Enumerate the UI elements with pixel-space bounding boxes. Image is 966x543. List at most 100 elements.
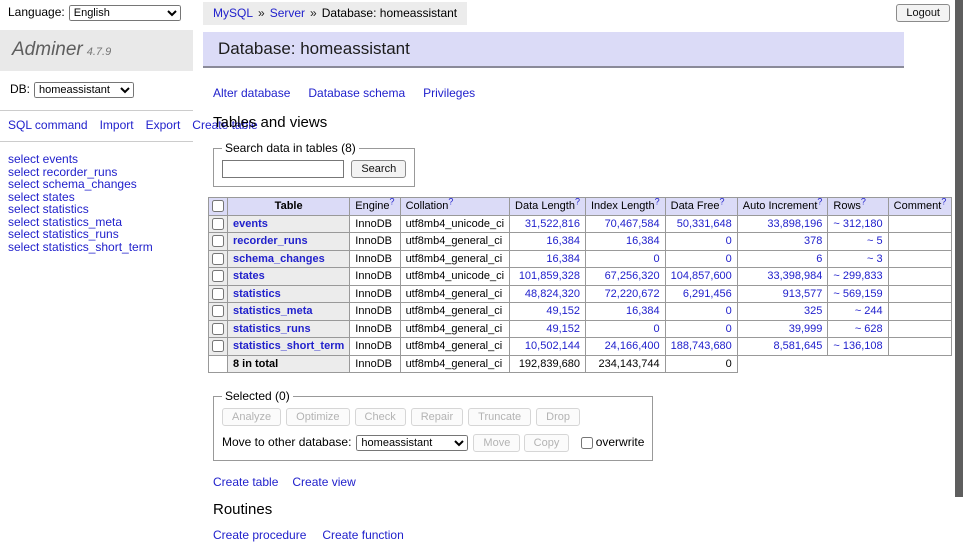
copy-button[interactable]: Copy — [524, 434, 570, 452]
rows-estimate-link[interactable]: ~ 3 — [867, 253, 883, 265]
create-table-link[interactable]: Create table — [213, 475, 278, 489]
logout-button[interactable]: Logout — [896, 4, 950, 22]
sidebar-link-import[interactable]: Import — [100, 118, 134, 132]
data-free-link[interactable]: 104,857,600 — [671, 270, 732, 282]
auto-increment-link[interactable]: 33,898,196 — [767, 218, 822, 230]
row-checkbox[interactable] — [212, 270, 224, 282]
data-length-link[interactable]: 49,152 — [546, 323, 580, 335]
search-button[interactable]: Search — [351, 160, 406, 178]
sidebar-link-export[interactable]: Export — [146, 118, 181, 132]
column-help-link[interactable]: ? — [575, 196, 580, 206]
auto-increment-link[interactable]: 6 — [816, 253, 822, 265]
sidebar-select-table-link[interactable]: select statistics_short_term — [8, 241, 185, 254]
index-length-link[interactable]: 24,166,400 — [605, 340, 660, 352]
create-function-link[interactable]: Create function — [322, 528, 403, 542]
rows-estimate-link[interactable]: ~ 569,159 — [833, 288, 882, 300]
row-checkbox[interactable] — [212, 323, 224, 335]
data-length-link[interactable]: 31,522,816 — [525, 218, 580, 230]
sidebar-select-table-link[interactable]: select events — [8, 153, 185, 166]
index-length-link[interactable]: 0 — [654, 323, 660, 335]
column-help-link[interactable]: ? — [390, 196, 395, 206]
index-length-link[interactable]: 0 — [654, 253, 660, 265]
column-help-link[interactable]: ? — [861, 196, 866, 206]
table-name-link[interactable]: states — [233, 270, 265, 282]
drop-button[interactable]: Drop — [536, 408, 580, 426]
column-help-link[interactable]: ? — [817, 196, 822, 206]
data-length-link[interactable]: 16,384 — [546, 235, 580, 247]
breadcrumb-link-server[interactable]: Server — [270, 6, 305, 20]
auto-increment-link[interactable]: 8,581,645 — [773, 340, 822, 352]
alter-database-link[interactable]: Alter database — [213, 86, 290, 100]
column-help-link[interactable]: ? — [448, 196, 453, 206]
column-header-index-length: Index Length? — [585, 198, 665, 216]
index-length-link[interactable]: 16,384 — [626, 235, 660, 247]
rows-estimate-link[interactable]: ~ 628 — [855, 323, 883, 335]
auto-increment-link[interactable]: 913,577 — [783, 288, 823, 300]
select-all-checkbox[interactable] — [212, 200, 224, 212]
rows-estimate-link[interactable]: ~ 299,833 — [833, 270, 882, 282]
sidebar-select-table-link[interactable]: select statistics_runs — [8, 228, 185, 241]
table-name-link[interactable]: statistics_meta — [233, 305, 313, 317]
index-length-link[interactable]: 72,220,672 — [605, 288, 660, 300]
optimize-button[interactable]: Optimize — [286, 408, 349, 426]
rows-estimate-link[interactable]: ~ 244 — [855, 305, 883, 317]
index-length-link[interactable]: 70,467,584 — [605, 218, 660, 230]
data-free-link[interactable]: 50,331,648 — [677, 218, 732, 230]
row-checkbox[interactable] — [212, 288, 224, 300]
overwrite-checkbox[interactable] — [581, 437, 593, 449]
data-free-link[interactable]: 0 — [726, 323, 732, 335]
row-checkbox[interactable] — [212, 253, 224, 265]
data-length-link[interactable]: 10,502,144 — [525, 340, 580, 352]
move-database-select[interactable]: homeassistant — [356, 435, 468, 451]
table-name-link[interactable]: statistics_short_term — [233, 340, 344, 352]
row-checkbox-cell — [209, 320, 228, 338]
language-select[interactable]: English — [69, 5, 181, 21]
data-free-link[interactable]: 0 — [726, 305, 732, 317]
db-select[interactable]: homeassistant — [34, 82, 134, 98]
sidebar-link-sql-command[interactable]: SQL command — [8, 118, 88, 132]
table-name-link[interactable]: events — [233, 218, 268, 230]
row-checkbox[interactable] — [212, 235, 224, 247]
data-length-link[interactable]: 48,824,320 — [525, 288, 580, 300]
move-button[interactable]: Move — [473, 434, 520, 452]
repair-button[interactable]: Repair — [411, 408, 463, 426]
vertical-scrollbar-thumb[interactable] — [955, 0, 963, 497]
column-help-link[interactable]: ? — [941, 196, 946, 206]
analyze-button[interactable]: Analyze — [222, 408, 281, 426]
auto-increment-link[interactable]: 33,398,984 — [767, 270, 822, 282]
search-input[interactable] — [222, 160, 344, 178]
data-length-link[interactable]: 49,152 — [546, 305, 580, 317]
check-button[interactable]: Check — [355, 408, 406, 426]
sidebar-select-table-link[interactable]: select statistics — [8, 203, 185, 216]
auto-increment-link[interactable]: 39,999 — [789, 323, 823, 335]
index-length-link[interactable]: 67,256,320 — [605, 270, 660, 282]
table-name-link[interactable]: statistics — [233, 288, 281, 300]
create-view-link[interactable]: Create view — [292, 475, 355, 489]
data-free-link[interactable]: 6,291,456 — [683, 288, 732, 300]
create-procedure-link[interactable]: Create procedure — [213, 528, 306, 542]
rows-estimate-link[interactable]: ~ 5 — [867, 235, 883, 247]
data-free-link[interactable]: 0 — [726, 235, 732, 247]
auto-increment-link[interactable]: 325 — [804, 305, 822, 317]
database-schema-link[interactable]: Database schema — [308, 86, 405, 100]
table-name-link[interactable]: schema_changes — [233, 253, 325, 265]
data-length-link[interactable]: 16,384 — [546, 253, 580, 265]
sidebar-select-table-link[interactable]: select schema_changes — [8, 178, 185, 191]
index-length-link[interactable]: 16,384 — [626, 305, 660, 317]
data-length-link[interactable]: 101,859,328 — [519, 270, 580, 282]
auto-increment-link[interactable]: 378 — [804, 235, 822, 247]
table-name-link[interactable]: recorder_runs — [233, 235, 308, 247]
row-checkbox[interactable] — [212, 218, 224, 230]
row-checkbox[interactable] — [212, 305, 224, 317]
breadcrumb-link-mysql[interactable]: MySQL — [213, 6, 253, 20]
data-free-link[interactable]: 0 — [726, 253, 732, 265]
table-name-link[interactable]: statistics_runs — [233, 323, 311, 335]
privileges-link[interactable]: Privileges — [423, 86, 475, 100]
truncate-button[interactable]: Truncate — [468, 408, 531, 426]
column-help-link[interactable]: ? — [655, 196, 660, 206]
data-free-link[interactable]: 188,743,680 — [671, 340, 732, 352]
rows-estimate-link[interactable]: ~ 136,108 — [833, 340, 882, 352]
column-help-link[interactable]: ? — [720, 196, 725, 206]
rows-estimate-link[interactable]: ~ 312,180 — [833, 218, 882, 230]
row-checkbox[interactable] — [212, 340, 224, 352]
